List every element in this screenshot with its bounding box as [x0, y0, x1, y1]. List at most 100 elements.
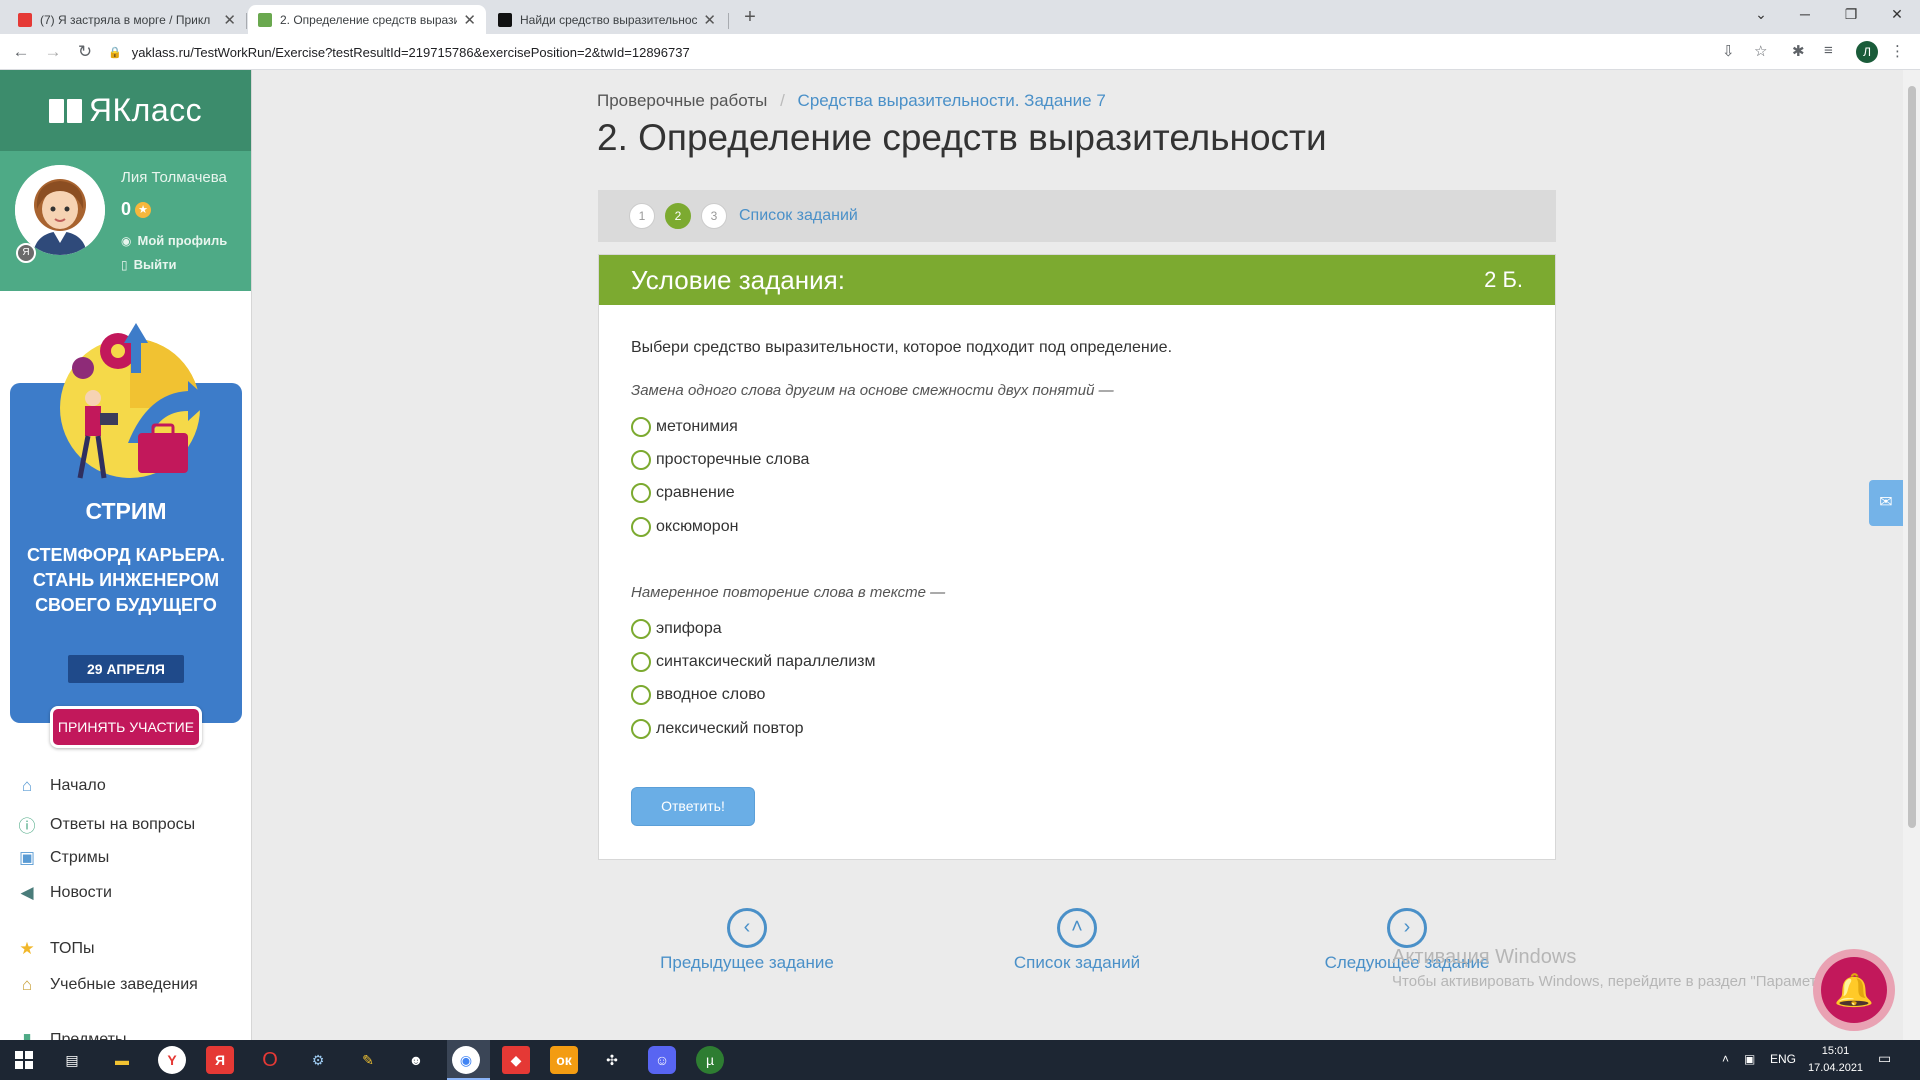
forward-icon[interactable]: → [42, 42, 64, 62]
sidebar-item-home[interactable]: ⌂ Начало [16, 776, 106, 796]
utorrent-icon[interactable]: µ [696, 1046, 724, 1074]
option-metonymy[interactable]: метонимия [631, 417, 738, 437]
bookmark-star-icon[interactable]: ☆ [1754, 42, 1767, 60]
system-clock[interactable]: 15:01 17.04.2021 [1808, 1043, 1863, 1077]
close-tab-icon[interactable]: ✕ [703, 11, 716, 29]
reading-list-icon[interactable]: ≡ [1824, 42, 1833, 59]
task-list-link[interactable]: Список заданий [739, 207, 858, 225]
yandex-icon[interactable]: Я [206, 1046, 234, 1074]
browser-tab-video[interactable]: (7) Я застряла в морге / Прикл ✕ [8, 5, 246, 34]
close-window-icon[interactable]: ✕ [1874, 0, 1920, 30]
option-epiphora[interactable]: эпифора [631, 619, 722, 639]
extensions-icon[interactable]: ✱ [1792, 42, 1805, 60]
promo-title: СТРИМ [85, 498, 167, 524]
reload-icon[interactable]: ↻ [74, 42, 96, 62]
keyboard-language[interactable]: ENG [1770, 1052, 1796, 1066]
logout-link[interactable]: ▯ Выйти [121, 257, 176, 272]
previous-task-link[interactable]: ‹ Предыдущее задание [637, 908, 857, 973]
sidebar-item-streams[interactable]: ▣ Стримы [16, 848, 109, 868]
radio-button[interactable] [631, 685, 651, 705]
promo-date-badge: 29 АПРЕЛЯ [68, 655, 184, 683]
sidebar-item-label: ТОПы [50, 940, 95, 957]
new-tab-icon[interactable]: + [738, 5, 762, 29]
back-icon[interactable]: ← [10, 42, 32, 62]
install-app-icon[interactable]: ⇩ [1722, 42, 1735, 60]
close-tab-icon[interactable]: ✕ [463, 11, 476, 29]
tray-expand-icon[interactable]: ˄ [1722, 1052, 1729, 1066]
radio-button[interactable] [631, 619, 651, 639]
page-title: 2. Определение средств выразительности [597, 117, 1327, 158]
star-coin-icon: ★ [135, 201, 152, 218]
radio-button[interactable] [631, 450, 651, 470]
my-profile-link[interactable]: ◉ Мой профиль [121, 233, 227, 248]
file-explorer-icon[interactable]: ▬ [108, 1046, 136, 1074]
tab-divider [728, 13, 729, 29]
radio-button[interactable] [631, 483, 651, 503]
avatar[interactable] [15, 165, 105, 255]
user-name[interactable]: Лия Толмачева [121, 169, 227, 186]
sidebar-item-subjects[interactable]: ▮ Предметы [16, 1030, 126, 1040]
yandex-browser-icon[interactable]: Y [158, 1046, 186, 1074]
sidebar-item-label: Стримы [50, 849, 110, 866]
restore-icon[interactable]: ❐ [1828, 0, 1874, 30]
step-3[interactable]: 3 [701, 203, 727, 229]
stream-promo-banner[interactable]: СТРИМ СТЕМФОРД КАРЬЕРА. СТАНЬ ИНЖЕНЕРОМ … [10, 313, 242, 748]
user-panel: Я Лия Толмачева 0 ★ ◉ Мой профиль ▯ Выйт… [0, 151, 251, 291]
game-app-icon[interactable]: ☻ [402, 1046, 430, 1074]
gamepad-icon[interactable]: ✣ [598, 1046, 626, 1074]
profile-avatar[interactable]: Л [1856, 41, 1878, 63]
site-logo[interactable]: ЯКласс [0, 70, 251, 151]
notes-app-icon[interactable]: ✎ [354, 1046, 382, 1074]
browser-tab-exercise[interactable]: 2. Определение средств вырази ✕ [248, 5, 486, 34]
task-list-bottom-link[interactable]: ˄ Список заданий [967, 908, 1187, 973]
option-lexical-repetition[interactable]: лексический повтор [631, 719, 804, 739]
option-colloquial-words[interactable]: просторечные слова [631, 450, 809, 470]
close-tab-icon[interactable]: ✕ [223, 11, 236, 29]
sidebar-item-news[interactable]: ◀ Новости [16, 883, 111, 903]
opera-icon[interactable]: O [256, 1046, 284, 1074]
network-icon[interactable]: ▣ [1744, 1052, 1755, 1066]
option-oxymoron[interactable]: оксюморон [631, 517, 738, 537]
option-label: синтаксический параллелизм [656, 653, 876, 670]
odnoklassniki-icon[interactable]: ок [550, 1046, 578, 1074]
submit-answer-button[interactable]: Ответить! [631, 787, 755, 826]
page-scrollbar[interactable] [1903, 70, 1920, 1040]
chrome-icon[interactable]: ◉ [452, 1046, 480, 1074]
sidebar-item-questions[interactable]: ⓘ Ответы на вопросы [16, 812, 196, 837]
radio-button[interactable] [631, 652, 651, 672]
step-2-current[interactable]: 2 [665, 203, 691, 229]
radio-button[interactable] [631, 517, 651, 537]
book-logo-icon [48, 98, 83, 123]
sidebar-item-tops[interactable]: ★ ТОПы [16, 939, 95, 959]
scrollbar-thumb[interactable] [1908, 86, 1916, 828]
breadcrumb-current[interactable]: Средства выразительности. Задание 7 [798, 91, 1106, 110]
address-bar[interactable]: 🔒 yaklass.ru/TestWorkRun/Exercise?testRe… [108, 37, 1778, 67]
notification-bell-button[interactable]: 🔔 [1813, 949, 1895, 1031]
user-score: 0 ★ [121, 199, 152, 220]
step-1[interactable]: 1 [629, 203, 655, 229]
breadcrumb-root[interactable]: Проверочные работы [597, 91, 767, 110]
browser-toolbar: ← → ↻ 🔒 yaklass.ru/TestWorkRun/Exercise?… [0, 34, 1920, 70]
roblox-icon[interactable]: ◆ [502, 1046, 530, 1074]
feedback-mail-button[interactable]: ✉ [1869, 480, 1903, 526]
tab-search-icon[interactable]: ⌄ [1738, 0, 1784, 30]
option-introductory-word[interactable]: вводное слово [631, 685, 765, 705]
steam-icon[interactable]: ⚙ [304, 1046, 332, 1074]
menu-dots-icon[interactable]: ⋮ [1890, 42, 1905, 60]
radio-button[interactable] [631, 719, 651, 739]
option-syntactic-parallelism[interactable]: синтаксический параллелизм [631, 652, 876, 672]
chevron-up-icon: ˄ [1057, 908, 1097, 948]
task-view-icon[interactable]: ▤ [58, 1046, 86, 1074]
action-center-icon[interactable]: ▭ [1878, 1050, 1891, 1067]
breadcrumb-separator: / [780, 91, 785, 110]
join-promo-button[interactable]: ПРИНЯТЬ УЧАСТИЕ [50, 706, 202, 748]
discord-icon[interactable]: ☺ [648, 1046, 676, 1074]
clock-time: 15:01 [1821, 1045, 1850, 1057]
radio-button[interactable] [631, 417, 651, 437]
option-comparison[interactable]: сравнение [631, 483, 735, 503]
windows-start-icon[interactable] [10, 1046, 38, 1074]
tab-divider [246, 13, 247, 29]
browser-tab-search[interactable]: Найди средство выразительнос ✕ [488, 5, 726, 34]
minimize-icon[interactable]: ─ [1782, 0, 1828, 30]
sidebar-item-institutions[interactable]: ⌂ Учебные заведения [16, 975, 198, 995]
